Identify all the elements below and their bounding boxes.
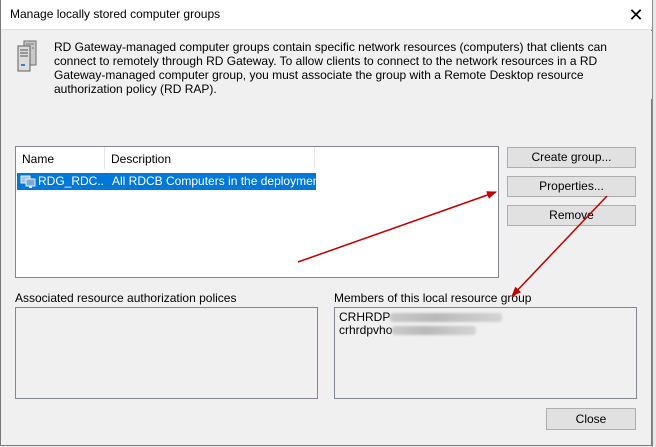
redacted-text: [390, 313, 503, 323]
members-label: Members of this local resource group: [334, 291, 532, 305]
create-group-button[interactable]: Create group...: [507, 147, 636, 168]
group-description: All RDCB Computers in the deployment: [112, 174, 316, 188]
redacted-text: [392, 326, 477, 336]
computer-group-icon: [20, 175, 36, 188]
title-bar: Manage locally stored computer groups ✕: [1, 0, 652, 30]
server-icon: [17, 40, 37, 72]
computer-groups-list[interactable]: Name Description RDG_RDC... All RDCB Com…: [15, 146, 499, 278]
list-item: CRHRDP: [339, 310, 503, 324]
column-header-description[interactable]: Description: [105, 147, 315, 169]
list-item[interactable]: RDG_RDC... All RDCB Computers in the dep…: [17, 173, 316, 190]
close-button[interactable]: Close: [546, 408, 636, 430]
window-title: Manage locally stored computer groups: [10, 7, 221, 21]
member-name: CRHRDP: [339, 310, 391, 324]
associated-policies-label: Associated resource authorization police…: [15, 291, 237, 305]
intro-section: RD Gateway-managed computer groups conta…: [1, 31, 652, 99]
properties-button[interactable]: Properties...: [507, 176, 636, 197]
manage-groups-dialog: Manage locally stored computer groups ✕ …: [0, 0, 652, 446]
list-item: crhrdpvho: [339, 323, 477, 337]
group-name: RDG_RDC...: [38, 174, 104, 188]
close-window-icon[interactable]: ✕: [619, 1, 653, 29]
column-header-name[interactable]: Name: [16, 147, 105, 169]
intro-text: RD Gateway-managed computer groups conta…: [54, 40, 607, 96]
remove-button[interactable]: Remove: [507, 205, 636, 226]
members-list[interactable]: CRHRDP crhrdpvho: [334, 307, 637, 399]
member-name: crhrdpvho: [339, 323, 393, 337]
list-header: Name Description: [16, 147, 498, 169]
associated-policies-list[interactable]: [15, 307, 318, 399]
background-window-edge: [652, 0, 656, 447]
